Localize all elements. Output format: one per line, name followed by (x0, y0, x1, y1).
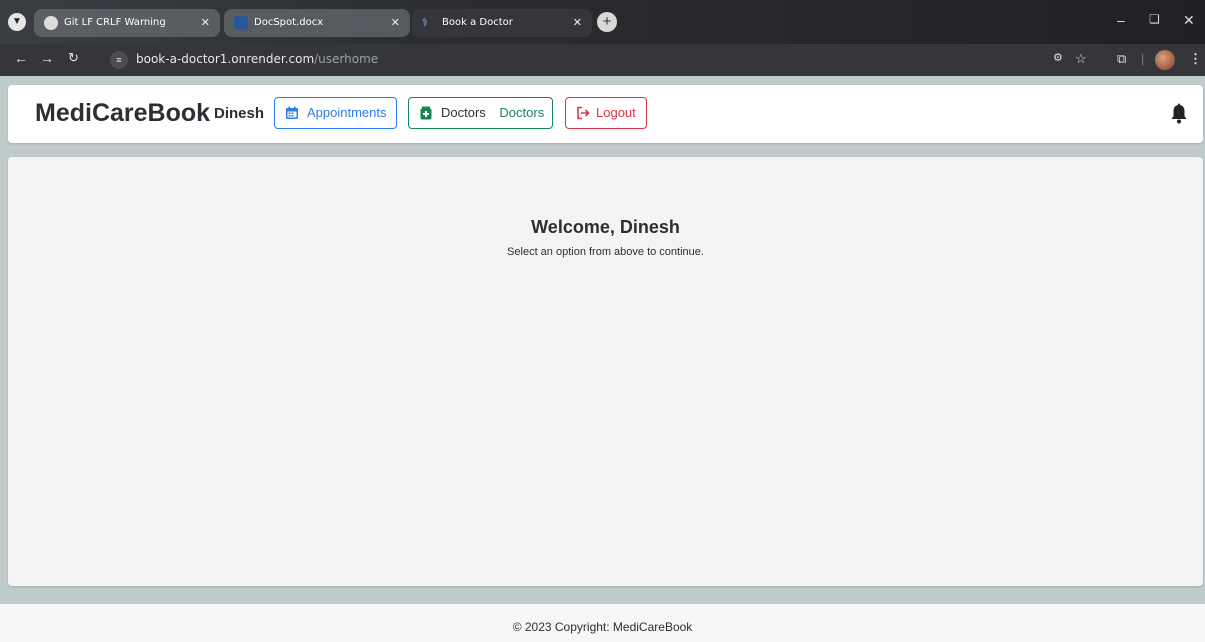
window-close-icon[interactable]: ✕ (1183, 12, 1195, 29)
doctors-button[interactable]: Doctors Doctors (408, 97, 553, 129)
bell-icon[interactable] (1169, 103, 1189, 125)
kebab-menu-icon[interactable]: ⋮ (1189, 51, 1202, 67)
divider: | (1141, 51, 1145, 66)
footer: © 2023 Copyright: MediCareBook (0, 604, 1205, 642)
browser-tabstrip: ▼ Git LF CRLF Warning ✕ DocSpot.docx ✕ ⚕… (0, 0, 1205, 44)
welcome-heading: Welcome, Dinesh (531, 217, 680, 237)
url-host: book-a-doctor1.onrender.com (136, 52, 315, 66)
arrow-left-icon[interactable]: ← (14, 50, 28, 66)
logout-button[interactable]: Logout (565, 97, 647, 129)
brand-logo[interactable]: MediCareBook (35, 99, 210, 128)
close-icon[interactable]: ✕ (391, 9, 400, 37)
github-icon (44, 16, 58, 30)
arrow-right-icon[interactable]: → (40, 50, 54, 66)
doctors-secondary-label: Doctors (499, 105, 545, 120)
site-settings-icon[interactable]: ≡ (110, 51, 128, 69)
appointments-button[interactable]: Appointments (274, 97, 397, 129)
tab-title: Git LF CRLF Warning (64, 17, 166, 28)
user-name: Dinesh (214, 105, 265, 122)
copyright-text: © 2023 Copyright: MediCareBook (512, 620, 693, 634)
app-navbar: MediCareBook Dinesh Appointments Doctors… (8, 85, 1203, 143)
url-field[interactable]: book-a-doctor1.onrender.com/userhome (136, 52, 378, 66)
puzzle-icon[interactable]: ⧉ (1117, 51, 1126, 67)
browser-address-bar: ← → ↻ ≡ book-a-doctor1.onrender.com/user… (0, 44, 1205, 76)
calendar-icon (286, 106, 298, 119)
avatar[interactable] (1155, 50, 1175, 70)
welcome-subtitle: Select an option from above to continue. (507, 246, 704, 258)
tab-title: DocSpot.docx (254, 17, 324, 28)
url-path: /userhome (314, 52, 379, 66)
browser-tab-book-doctor[interactable]: ⚕ Book a Doctor ✕ (412, 9, 592, 37)
close-icon[interactable]: ✕ (201, 9, 210, 37)
tab-title: Book a Doctor (442, 17, 513, 28)
minimize-icon[interactable]: – (1117, 12, 1125, 28)
logout-label: Logout (596, 105, 636, 120)
plus-icon[interactable]: + (597, 12, 617, 32)
word-doc-icon (234, 16, 248, 30)
doctors-label: Doctors (441, 105, 486, 120)
medical-kit-icon (420, 106, 432, 120)
browser-tab-docspot[interactable]: DocSpot.docx ✕ (224, 9, 410, 37)
stethoscope-icon: ⚕ (422, 16, 428, 29)
main-content: Welcome, Dinesh Select an option from ab… (8, 157, 1203, 586)
star-icon[interactable]: ☆ (1075, 51, 1087, 67)
browser-tab-git-warning[interactable]: Git LF CRLF Warning ✕ (34, 9, 220, 37)
chevron-down-icon[interactable]: ▼ (8, 13, 26, 31)
reload-icon[interactable]: ↻ (68, 50, 79, 66)
key-icon[interactable]: ⚙ (1053, 51, 1063, 64)
logout-icon (577, 106, 590, 120)
appointments-label: Appointments (307, 105, 387, 120)
close-icon[interactable]: ✕ (573, 9, 582, 37)
restore-icon[interactable]: ❏ (1149, 12, 1160, 26)
